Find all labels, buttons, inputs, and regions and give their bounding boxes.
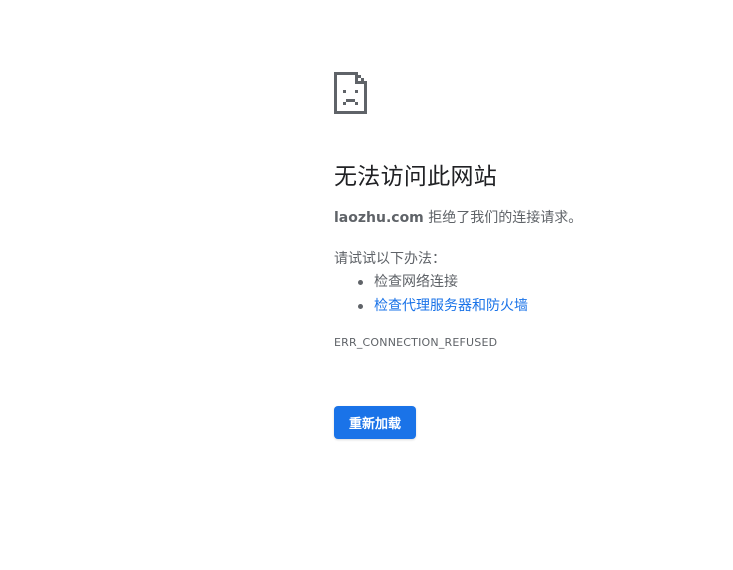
suggestion-check-network: 检查网络连接 bbox=[358, 272, 724, 292]
error-code: ERR_CONNECTION_REFUSED bbox=[334, 336, 498, 349]
suggestions-intro: 请试试以下办法： bbox=[334, 251, 446, 267]
error-page-content: 无法访问此网站 laozhu.com 拒绝了我们的连接请求。 请试试以下办法： … bbox=[334, 72, 724, 439]
page-title: 无法访问此网站 bbox=[334, 164, 498, 190]
sad-page-icon bbox=[334, 72, 367, 114]
summary-message: 拒绝了我们的连接请求。 bbox=[423, 210, 583, 226]
suggestion-check-proxy-link[interactable]: 检查代理服务器和防火墙 bbox=[358, 296, 724, 316]
suggestions-list: 检查网络连接 检查代理服务器和防火墙 bbox=[334, 272, 724, 316]
host-name: laozhu.com bbox=[334, 210, 424, 226]
error-summary: laozhu.com 拒绝了我们的连接请求。 bbox=[334, 208, 724, 228]
reload-button[interactable]: 重新加载 bbox=[334, 406, 417, 439]
